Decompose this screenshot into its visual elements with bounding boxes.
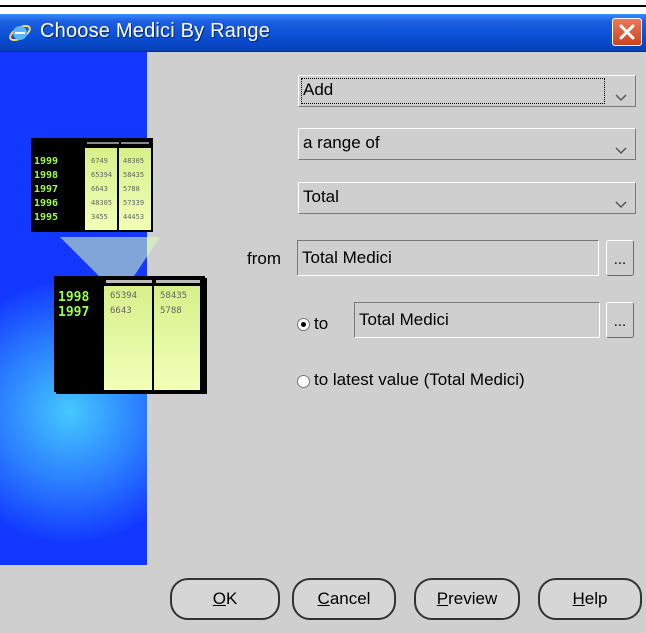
measure-select-value: Total [303,187,339,206]
internet-explorer-icon [8,21,32,45]
artwork-cell-value: 6643 [91,185,108,193]
range-select-value: a range of [303,133,380,152]
artwork-year-label: 1997 [34,184,59,195]
artwork-year-label: 1999 [34,156,59,167]
artwork-year-label: 1997 [58,305,90,320]
artwork-cell-value: 58435 [123,171,145,179]
dialog-window: Choose Medici By Range 1999 6749 48305 1998… [0,0,646,633]
from-field[interactable]: Total Medici [297,240,599,276]
artwork-year-label: 1995 [34,212,59,223]
artwork-cell-value: 6749 [91,157,108,165]
artwork-cell-value: 44453 [123,213,145,221]
artwork-cell-value: 65394 [91,171,113,179]
action-select[interactable]: Add [298,75,636,107]
help-label-rest: elp [584,589,608,608]
to-browse-button[interactable]: ... [606,302,634,338]
chevron-down-icon [615,140,627,159]
chevron-down-icon [615,87,627,106]
artwork-cell-value: 48305 [123,157,145,165]
cancel-label-rest: ancel [329,589,371,608]
help-button[interactable]: Help [538,578,642,620]
ok-label-rest: K [225,589,238,608]
artwork-cell-value: 58435 [160,291,188,301]
from-browse-button[interactable]: ... [606,240,634,276]
from-label: from [247,249,281,268]
latest-value-label: to latest value (Total Medici) [314,370,525,389]
radio-selected-dot [301,322,306,327]
artwork-cell-value: 48305 [91,199,113,207]
measure-select[interactable]: Total [298,182,636,214]
artwork-cell-value: 3455 [91,213,108,221]
preview-label-rest: review [448,589,498,608]
artwork-cell-value: 6643 [110,306,132,316]
artwork-cell-value: 65394 [110,291,138,301]
top-strip [0,0,646,14]
ok-button[interactable]: OK [170,578,280,620]
dialog-title: Choose Medici By Range [40,20,271,42]
title-bar[interactable]: Choose Medici By Range [0,14,646,52]
preview-button[interactable]: Preview [414,578,520,620]
artwork-year-label: 1998 [58,290,90,305]
focus-ring [301,78,605,104]
artwork-large-table: 1998 65394 58435 1997 6643 5788 [54,276,205,392]
latest-value-radio[interactable] [297,375,310,388]
chevron-down-icon [615,194,627,213]
help-mnemonic: H [572,589,585,608]
artwork-cell-value: 5788 [123,185,140,193]
range-select[interactable]: a range of [298,128,636,160]
artwork-small-table: 1999 6749 48305 1998 65394 58435 1997 6643 5788 1… [31,138,153,232]
ok-mnemonic: O [212,589,226,608]
cancel-mnemonic: C [317,589,330,608]
action-select-value: Add [303,80,334,99]
artwork-cell-value: 5788 [160,306,182,316]
top-divider [0,5,646,7]
to-field-value: Total Medici [359,310,449,329]
close-button[interactable] [612,18,642,46]
to-field[interactable]: Total Medici [354,302,600,338]
artwork-year-label: 1996 [34,198,59,209]
to-radio[interactable] [297,318,310,331]
from-field-value: Total Medici [302,248,392,267]
artwork-year-label: 1998 [34,170,59,181]
cancel-button[interactable]: Cancel [292,578,396,620]
preview-mnemonic: P [436,589,449,608]
artwork-cell-value: 57339 [123,199,145,207]
to-label: to [314,314,329,333]
